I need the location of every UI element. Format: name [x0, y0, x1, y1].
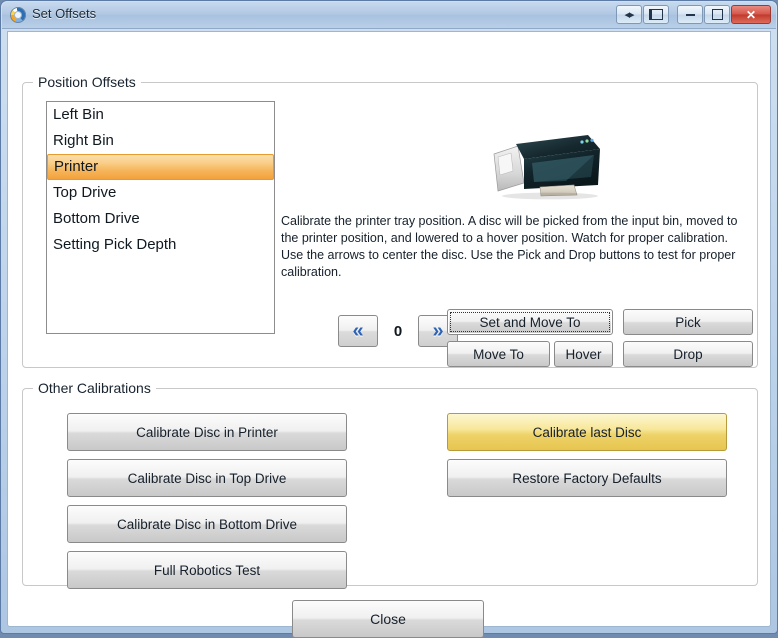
list-item-left-bin[interactable]: Left Bin — [47, 102, 274, 128]
client-area: Position Offsets Left Bin Right Bin Prin… — [7, 31, 771, 627]
maximize-icon — [712, 9, 723, 20]
maximize-button[interactable] — [704, 5, 730, 24]
set-and-move-to-button[interactable]: Set and Move To — [447, 309, 613, 335]
hover-button[interactable]: Hover — [554, 341, 613, 367]
list-item-top-drive[interactable]: Top Drive — [47, 180, 274, 206]
move-to-button[interactable]: Move To — [447, 341, 550, 367]
position-offsets-group: Position Offsets Left Bin Right Bin Prin… — [22, 82, 758, 368]
other-calibrations-legend: Other Calibrations — [33, 380, 156, 396]
nav-arrows-button[interactable]: ◂▸ — [616, 5, 642, 24]
pick-button[interactable]: Pick — [623, 309, 753, 335]
minimize-icon — [686, 14, 695, 16]
window-controls: ◂▸ ✕ — [615, 5, 771, 24]
nav-arrows-icon: ◂▸ — [624, 8, 633, 21]
full-robotics-test-button[interactable]: Full Robotics Test — [67, 551, 347, 589]
position-offsets-legend: Position Offsets — [33, 74, 141, 90]
position-offsets-listbox[interactable]: Left Bin Right Bin Printer Top Drive Bot… — [46, 101, 275, 334]
calibrate-disc-in-bottom-drive-button[interactable]: Calibrate Disc in Bottom Drive — [67, 505, 347, 543]
restore-down-icon — [649, 9, 663, 20]
close-icon: ✕ — [746, 8, 756, 22]
offset-stepper: « 0 » — [338, 315, 458, 349]
decrement-offset-button[interactable]: « — [338, 315, 378, 347]
restore-factory-defaults-button[interactable]: Restore Factory Defaults — [447, 459, 727, 497]
window-title: Set Offsets — [32, 6, 96, 21]
set-offsets-window: Set Offsets ◂▸ ✕ Position Offsets — [0, 0, 778, 634]
printer-illustration-icon — [478, 123, 610, 203]
other-calibrations-group: Other Calibrations Calibrate Disc in Pri… — [22, 388, 758, 586]
offset-value: 0 — [378, 315, 418, 347]
close-button[interactable]: Close — [292, 600, 484, 638]
position-description: Calibrate the printer tray position. A d… — [281, 213, 751, 281]
close-window-button[interactable]: ✕ — [731, 5, 771, 24]
minimize-button[interactable] — [677, 5, 703, 24]
restore-down-button[interactable] — [643, 5, 669, 24]
list-item-printer[interactable]: Printer — [47, 154, 274, 180]
list-item-setting-pick-depth[interactable]: Setting Pick Depth — [47, 232, 274, 258]
disc-icon — [10, 7, 26, 23]
double-chevron-left-icon: « — [352, 321, 363, 341]
list-item-bottom-drive[interactable]: Bottom Drive — [47, 206, 274, 232]
title-bar[interactable]: Set Offsets ◂▸ ✕ — [2, 2, 776, 29]
calibrate-last-disc-button[interactable]: Calibrate last Disc — [447, 413, 727, 451]
drop-button[interactable]: Drop — [623, 341, 753, 367]
calibrate-disc-in-printer-button[interactable]: Calibrate Disc in Printer — [67, 413, 347, 451]
double-chevron-right-icon: » — [432, 321, 443, 341]
list-item-right-bin[interactable]: Right Bin — [47, 128, 274, 154]
calibrate-disc-in-top-drive-button[interactable]: Calibrate Disc in Top Drive — [67, 459, 347, 497]
